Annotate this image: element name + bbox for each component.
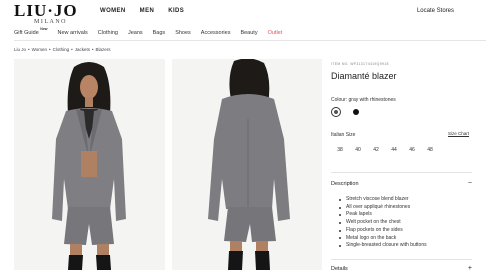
cat-gift-guide[interactable]: Gift Guide New [14,27,48,36]
nav-men[interactable]: MEN [140,8,155,14]
list-item: All over appliqué rhinestones [339,204,469,212]
breadcrumb-sep: • [28,47,30,52]
cat-accessories[interactable]: Accessories [201,30,231,36]
description-list: Stretch viscose blend blazer All over ap… [339,196,469,250]
size-46[interactable]: 46 [403,147,421,153]
description-toggle[interactable]: Description − [331,180,472,187]
header-divider [14,40,486,41]
nav-kids[interactable]: KIDS [168,8,184,14]
cat-beauty[interactable]: Beauty [240,30,257,36]
list-item: Flap pockets on the sides [339,227,469,235]
new-badge: New [40,27,48,31]
swatch-gray-selected[interactable] [331,107,341,117]
cat-gift-guide-label: Gift Guide [14,30,39,36]
cat-outlet[interactable]: Outlet [268,30,283,36]
colour-label: Colour: gray with rhinestones [331,97,396,103]
cat-new-arrivals[interactable]: New arrivals [58,30,88,36]
locate-stores-link[interactable]: Locate Stores [417,8,454,14]
list-item: Metal logo on the back [339,235,469,243]
description-heading: Description [331,181,359,187]
cat-shoes[interactable]: Shoes [175,30,191,36]
model-back-illustration [172,59,322,270]
swatch-black[interactable] [353,109,359,115]
product-photo-back[interactable] [172,59,322,270]
model-front-illustration [14,59,165,270]
size-options: 38 40 42 44 46 48 [331,147,481,153]
size-48[interactable]: 48 [421,147,439,153]
expand-icon: + [467,265,472,272]
collapse-icon: − [467,180,472,187]
breadcrumb-clothing[interactable]: Clothing [53,47,70,52]
breadcrumb-women[interactable]: Women [32,47,47,52]
breadcrumb-sep: • [71,47,73,52]
breadcrumb: Liu Jo • Women • Clothing • Jackets • Blazer… [14,47,111,52]
breadcrumb-sep: • [91,47,94,52]
product-photo-front[interactable] [14,59,165,270]
size-44[interactable]: 44 [385,147,403,153]
list-item: Peak lapels [339,211,469,219]
nav-women[interactable]: WOMEN [100,8,126,14]
accordion-divider [331,259,472,260]
breadcrumb-liu-jo[interactable]: Liu Jo [14,47,26,52]
size-chart-link[interactable]: Size Chart [448,131,469,136]
list-item: Stretch viscose blend blazer [339,196,469,204]
cat-bags[interactable]: Bags [153,30,166,36]
product-title: Diamanté blazer [331,71,397,81]
breadcrumb-jackets[interactable]: Jackets [75,47,90,52]
item-number: ITEM NO. WF3131T4419Q9918 [331,62,389,66]
brand-logo[interactable]: LIU·JO MILANO [14,1,78,26]
cat-jeans[interactable]: Jeans [128,30,143,36]
accordion-divider [331,172,472,173]
logo-wordmark: LIU·JO [14,1,78,20]
cat-clothing[interactable]: Clothing [98,30,118,36]
colour-swatches [331,107,481,117]
breadcrumb-sep: • [49,47,51,52]
category-nav: Gift Guide New New arrivals Clothing Jea… [14,27,283,36]
size-40[interactable]: 40 [349,147,367,153]
list-item: Single-breasted closure with buttons [339,242,469,250]
size-38[interactable]: 38 [331,147,349,153]
details-toggle[interactable]: Details + [331,265,472,272]
breadcrumb-blazers[interactable]: Blazers [96,47,111,52]
size-42[interactable]: 42 [367,147,385,153]
details-heading: Details [331,266,348,272]
top-nav: WOMEN MEN KIDS [100,8,184,14]
list-item: Welt pocket on the chest [339,219,469,227]
